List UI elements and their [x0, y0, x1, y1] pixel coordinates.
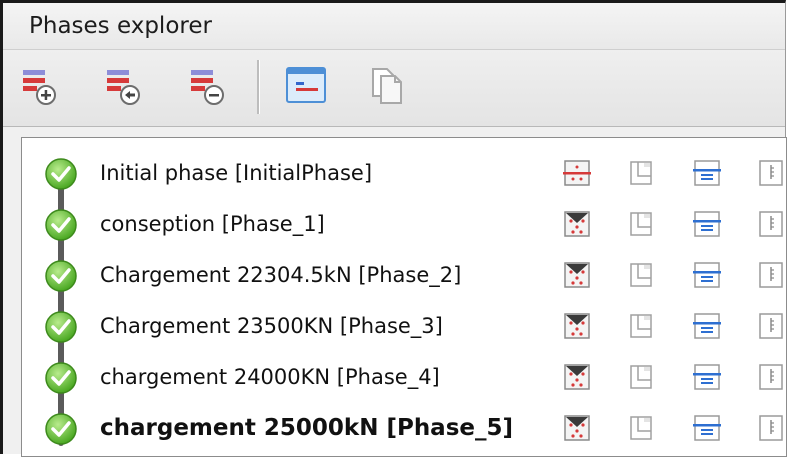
phase-settings-icon[interactable]	[756, 209, 786, 239]
loading-type-icon[interactable]	[626, 311, 656, 341]
calculated-check-icon	[45, 209, 77, 241]
phases-list: Initial phase [InitialPhase] conseption …	[21, 137, 787, 457]
loading-type-icon[interactable]	[626, 413, 656, 443]
phase-row-3[interactable]: Chargement 22304.5kN [Phase_2]	[22, 250, 786, 301]
phase-label: chargement 25000kN [Phase_5]	[100, 415, 514, 441]
calculation-type-icon[interactable]	[562, 158, 592, 188]
calculated-check-icon	[45, 158, 77, 190]
toolbar-separator	[257, 60, 260, 114]
insert-phase-icon	[107, 70, 140, 105]
phase-view-button[interactable]	[283, 62, 331, 110]
delete-phase-button[interactable]	[185, 62, 233, 110]
calculated-check-icon	[45, 260, 77, 292]
insert-phase-button[interactable]	[101, 62, 149, 110]
phase-label: Initial phase [InitialPhase]	[100, 161, 373, 185]
water-level-icon[interactable]	[692, 260, 722, 290]
delete-phase-icon	[191, 70, 224, 105]
water-level-icon[interactable]	[692, 413, 722, 443]
calculated-check-icon	[45, 362, 77, 394]
phase-settings-icon[interactable]	[756, 413, 786, 443]
copy-phase-button[interactable]	[365, 62, 413, 110]
water-level-icon[interactable]	[692, 158, 722, 188]
phase-settings-icon[interactable]	[756, 158, 786, 188]
phases-explorer-panel: Phases explorer Initial phase [InitialPh…	[0, 0, 787, 457]
phase-settings-icon[interactable]	[756, 311, 786, 341]
calculation-type-icon[interactable]	[562, 413, 592, 443]
phase-row-6[interactable]: chargement 25000kN [Phase_5]	[22, 403, 786, 454]
phase-row-5[interactable]: chargement 24000KN [Phase_4]	[22, 352, 786, 403]
phase-label: Chargement 23500KN [Phase_3]	[100, 314, 443, 338]
loading-type-icon[interactable]	[626, 158, 656, 188]
phase-label: conseption [Phase_1]	[100, 212, 325, 236]
calculated-check-icon	[45, 311, 77, 343]
phase-row-2[interactable]: conseption [Phase_1]	[22, 199, 786, 250]
copy-icon	[372, 68, 402, 104]
phase-label: chargement 24000KN [Phase_4]	[100, 365, 440, 389]
water-level-icon[interactable]	[692, 209, 722, 239]
toolbar	[3, 50, 785, 127]
phase-view-icon	[286, 67, 326, 103]
phase-settings-icon[interactable]	[756, 362, 786, 392]
add-phase-icon	[23, 70, 56, 105]
phase-label: Chargement 22304.5kN [Phase_2]	[100, 263, 462, 287]
panel-title: Phases explorer	[3, 3, 785, 50]
calculation-type-icon[interactable]	[562, 260, 592, 290]
loading-type-icon[interactable]	[626, 209, 656, 239]
calculated-check-icon	[45, 413, 77, 445]
water-level-icon[interactable]	[692, 362, 722, 392]
add-phase-button[interactable]	[17, 62, 65, 110]
phase-row-1[interactable]: Initial phase [InitialPhase]	[22, 148, 786, 199]
loading-type-icon[interactable]	[626, 260, 656, 290]
phase-row-4[interactable]: Chargement 23500KN [Phase_3]	[22, 301, 786, 352]
calculation-type-icon[interactable]	[562, 311, 592, 341]
phase-settings-icon[interactable]	[756, 260, 786, 290]
loading-type-icon[interactable]	[626, 362, 656, 392]
water-level-icon[interactable]	[692, 311, 722, 341]
calculation-type-icon[interactable]	[562, 209, 592, 239]
calculation-type-icon[interactable]	[562, 362, 592, 392]
